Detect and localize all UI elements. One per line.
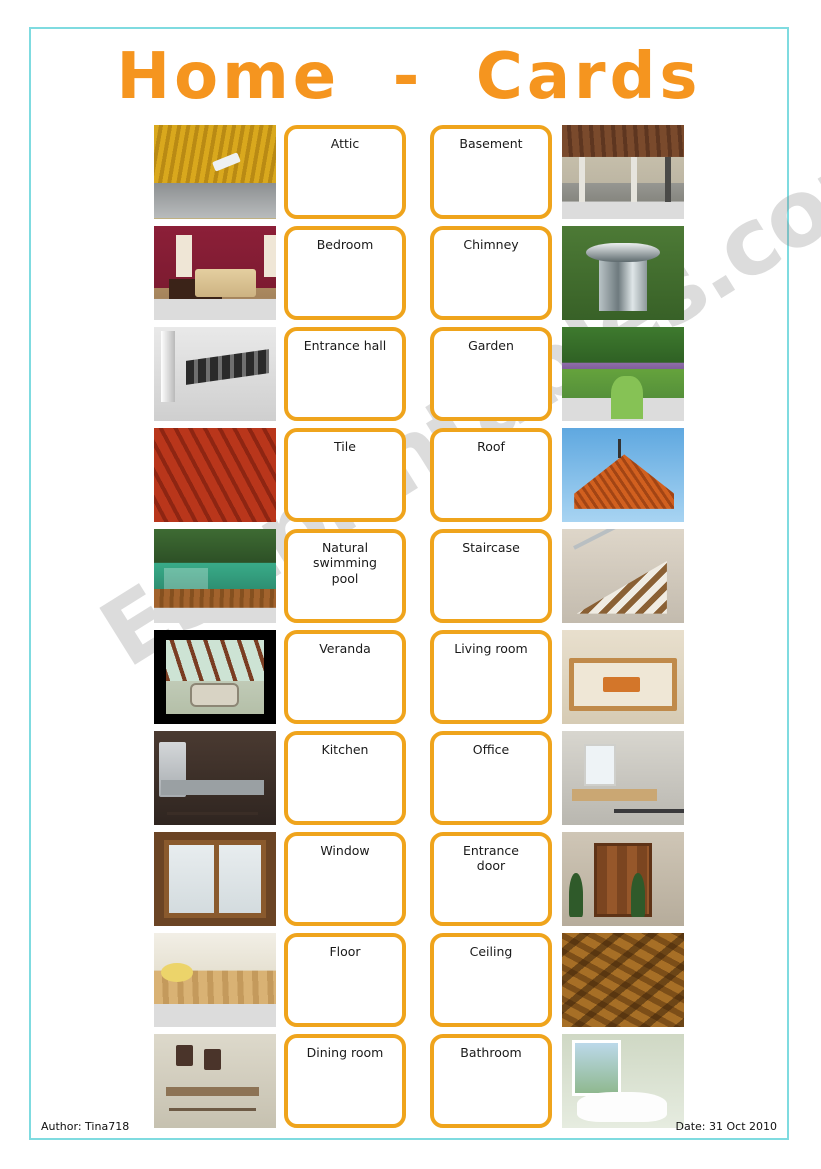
worksheet-page: Home - Cards ESLprintables.com Attic Bas… (29, 27, 821, 1140)
cards-grid: Attic Basement Bedroom Chimney Entrance … (31, 125, 791, 1135)
word-card-left[interactable]: Kitchen (284, 731, 406, 825)
office-photo (562, 731, 684, 825)
photo-cell-right (562, 226, 684, 320)
word-card-left[interactable]: Natural swimming pool (284, 529, 406, 623)
staircase-photo (562, 529, 684, 623)
card-label: Bathroom (460, 1045, 522, 1060)
photo-cell-right (562, 933, 684, 1027)
photo-cell-right (562, 327, 684, 421)
entrance-door-photo (562, 832, 684, 926)
table-row: Floor Ceiling (31, 933, 791, 1034)
roof-photo (562, 428, 684, 522)
table-row: Natural swimming pool Staircase (31, 529, 791, 630)
word-card-right[interactable]: Roof (430, 428, 552, 522)
table-row: Veranda Living room (31, 630, 791, 731)
word-card-right[interactable]: Chimney (430, 226, 552, 320)
photo-cell-right (562, 731, 684, 825)
table-row: Tile Roof (31, 428, 791, 529)
card-label: Tile (334, 439, 356, 454)
card-label: Office (472, 742, 510, 757)
living-room-photo (562, 630, 684, 724)
table-row: Kitchen Office (31, 731, 791, 832)
photo-cell-right (562, 529, 684, 623)
photo-cell-left (154, 529, 276, 623)
photo-cell-right (562, 630, 684, 724)
author-label: Author: Tina718 (41, 1120, 130, 1133)
window-photo (154, 832, 276, 926)
entrance-hall-photo (154, 327, 276, 421)
word-card-left[interactable]: Floor (284, 933, 406, 1027)
basement-photo (562, 125, 684, 219)
ceiling-photo (562, 933, 684, 1027)
card-label: Natural swimming pool (313, 540, 377, 586)
card-label: Entrance door (462, 843, 519, 874)
photo-cell-right (562, 125, 684, 219)
photo-cell-right (562, 832, 684, 926)
floor-photo (154, 933, 276, 1027)
word-card-right[interactable]: Staircase (430, 529, 552, 623)
card-label: Ceiling (469, 944, 513, 959)
photo-cell-left (154, 327, 276, 421)
card-label: Window (320, 843, 370, 858)
card-label: Bedroom (316, 237, 374, 252)
photo-cell-left (154, 125, 276, 219)
table-row: Attic Basement (31, 125, 791, 226)
chimney-photo (562, 226, 684, 320)
photo-cell-right (562, 428, 684, 522)
card-label: Living room (454, 641, 528, 656)
word-card-right[interactable]: Office (430, 731, 552, 825)
attic-photo (154, 125, 276, 219)
word-card-left[interactable]: Window (284, 832, 406, 926)
page-title: Home - Cards (116, 40, 702, 114)
card-label: Veranda (319, 641, 371, 656)
footer: Author: Tina718 Date: 31 Oct 2010 (31, 1113, 787, 1133)
photo-cell-left (154, 933, 276, 1027)
date-label: Date: 31 Oct 2010 (675, 1120, 778, 1133)
word-card-right[interactable]: Garden (430, 327, 552, 421)
word-card-right[interactable]: Living room (430, 630, 552, 724)
garden-photo (562, 327, 684, 421)
word-card-right[interactable]: Entrance door (430, 832, 552, 926)
word-card-right[interactable]: Ceiling (430, 933, 552, 1027)
card-label: Staircase (462, 540, 520, 555)
word-card-left[interactable]: Attic (284, 125, 406, 219)
table-row: Bedroom Chimney (31, 226, 791, 327)
word-card-right[interactable]: Basement (430, 125, 552, 219)
photo-cell-left (154, 226, 276, 320)
card-label: Attic (330, 136, 360, 151)
table-row: Entrance hall Garden (31, 327, 791, 428)
word-card-left[interactable]: Entrance hall (284, 327, 406, 421)
photo-cell-left (154, 630, 276, 724)
word-card-left[interactable]: Tile (284, 428, 406, 522)
card-label: Roof (477, 439, 505, 454)
table-row: Window Entrance door (31, 832, 791, 933)
veranda-photo (154, 630, 276, 724)
photo-cell-left (154, 731, 276, 825)
card-label: Entrance hall (303, 338, 387, 353)
card-label: Garden (468, 338, 514, 353)
photo-cell-left (154, 428, 276, 522)
word-card-left[interactable]: Veranda (284, 630, 406, 724)
card-label: Dining room (306, 1045, 384, 1060)
card-label: Basement (459, 136, 523, 151)
card-label: Kitchen (321, 742, 369, 757)
tile-photo (154, 428, 276, 522)
photo-cell-left (154, 832, 276, 926)
card-label: Floor (329, 944, 361, 959)
swimming-pool-photo (154, 529, 276, 623)
word-card-left[interactable]: Bedroom (284, 226, 406, 320)
card-label: Chimney (463, 237, 519, 252)
kitchen-photo (154, 731, 276, 825)
bedroom-photo (154, 226, 276, 320)
